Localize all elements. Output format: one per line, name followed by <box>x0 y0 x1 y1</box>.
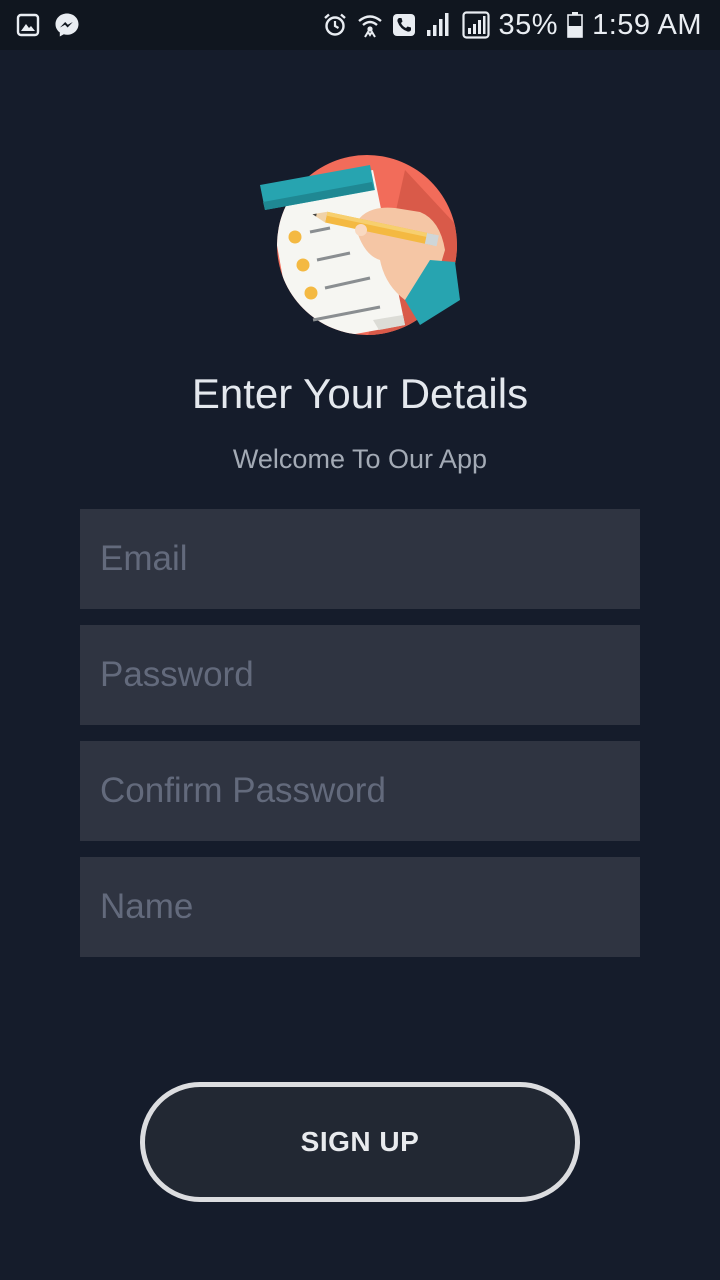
clock: 1:59 AM <box>592 8 702 41</box>
name-field[interactable] <box>80 857 640 957</box>
wifi-call-icon <box>357 12 383 38</box>
signal-icon-2 <box>461 11 490 39</box>
notepad-writing-illustration <box>255 150 465 342</box>
sign-up-button[interactable]: SIGN UP <box>140 1082 580 1202</box>
signup-screen: 35% 1:59 AM Enter Your Details Welcome T… <box>0 0 720 1280</box>
battery-icon <box>567 12 583 38</box>
email-field[interactable] <box>80 509 640 609</box>
gallery-icon <box>16 13 40 37</box>
battery-percent: 35% <box>498 8 559 41</box>
page-title: Enter Your Details <box>191 370 529 417</box>
confirm-password-field[interactable] <box>80 741 640 841</box>
phone-call-icon <box>392 13 416 37</box>
password-field[interactable] <box>80 625 640 725</box>
messenger-icon <box>54 12 80 38</box>
status-bar: 35% 1:59 AM <box>0 0 720 50</box>
alarm-icon <box>322 12 348 38</box>
page-subtitle: Welcome To Our App <box>232 444 488 474</box>
signal-icon <box>425 12 453 38</box>
